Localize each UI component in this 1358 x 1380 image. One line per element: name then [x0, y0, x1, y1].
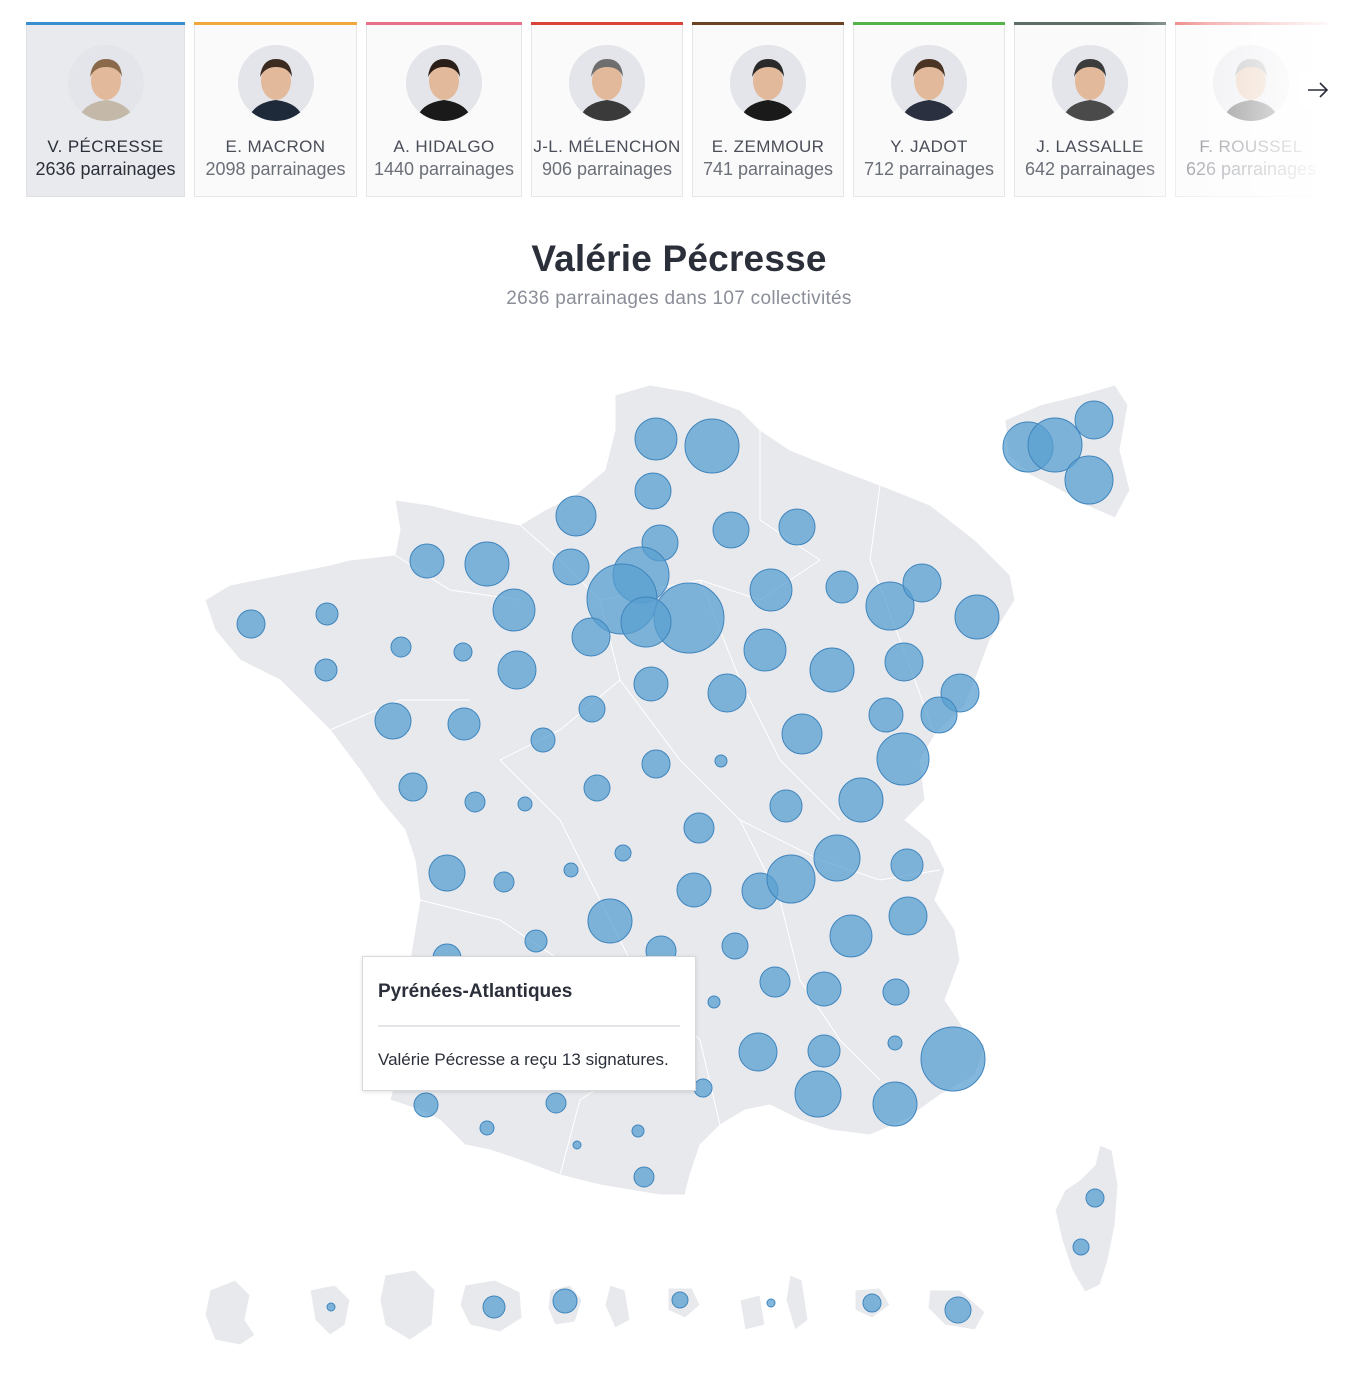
department-bubble[interactable] — [482, 1295, 506, 1319]
department-bubble[interactable] — [712, 511, 750, 549]
department-bubble[interactable] — [493, 871, 515, 893]
tooltip-divider — [378, 1025, 680, 1027]
department-bubble[interactable] — [578, 695, 606, 723]
department-bubble[interactable] — [633, 1166, 655, 1188]
department-bubble[interactable] — [920, 1026, 986, 1092]
department-bubble[interactable] — [634, 417, 678, 461]
department-bubble[interactable] — [683, 812, 715, 844]
department-bubble[interactable] — [671, 1291, 689, 1309]
department-bubble[interactable] — [552, 548, 590, 586]
department-bubble[interactable] — [872, 1081, 918, 1127]
department-bubble[interactable] — [641, 749, 671, 779]
department-bubble[interactable] — [563, 862, 579, 878]
department-bubble[interactable] — [887, 1035, 903, 1051]
department-bubble[interactable] — [920, 696, 958, 734]
department-bubble[interactable] — [676, 872, 712, 908]
corsica-shape — [1054, 1144, 1119, 1293]
department-bubble[interactable] — [721, 932, 749, 960]
department-bubble[interactable] — [684, 418, 740, 474]
department-bubble[interactable] — [1064, 455, 1114, 505]
department-bubble[interactable] — [409, 543, 445, 579]
department-bubble[interactable] — [769, 789, 803, 823]
department-bubble[interactable] — [545, 1092, 567, 1114]
department-bubble[interactable] — [806, 971, 842, 1007]
france-map — [204, 384, 1131, 1346]
department-bubble[interactable] — [890, 848, 924, 882]
department-bubble[interactable] — [398, 772, 428, 802]
department-bubble[interactable] — [738, 1032, 778, 1072]
department-bubble[interactable] — [868, 697, 904, 733]
department-bubble[interactable] — [1074, 400, 1114, 440]
department-bubble[interactable] — [884, 642, 924, 682]
department-bubble[interactable] — [464, 791, 486, 813]
department-bubble[interactable] — [530, 727, 556, 753]
department-bubble[interactable] — [876, 732, 930, 786]
wallis-shape — [739, 1294, 766, 1331]
department-bubble[interactable] — [374, 702, 412, 740]
department-bubble[interactable] — [492, 588, 536, 632]
map-tooltip: Pyrénées-Atlantiques Valérie Pécresse a … — [362, 956, 696, 1091]
department-bubble[interactable] — [413, 1092, 439, 1118]
department-bubble[interactable] — [749, 568, 793, 612]
spm-shape — [604, 1284, 631, 1329]
department-bubble[interactable] — [555, 495, 597, 537]
tooltip-text: Valérie Pécresse a reçu 13 signatures. — [378, 1050, 669, 1069]
guadeloupe-shape — [204, 1279, 256, 1346]
department-bubble[interactable] — [428, 854, 466, 892]
department-bubble[interactable] — [888, 896, 928, 936]
department-bubble[interactable] — [524, 929, 548, 953]
department-bubble[interactable] — [583, 774, 611, 802]
department-bubble[interactable] — [707, 673, 747, 713]
department-bubble[interactable] — [634, 472, 672, 510]
department-bubble[interactable] — [902, 563, 942, 603]
department-bubble[interactable] — [571, 617, 611, 657]
department-bubble[interactable] — [809, 647, 855, 693]
department-bubble[interactable] — [620, 596, 672, 648]
department-bubble[interactable] — [633, 666, 669, 702]
department-bubble[interactable] — [781, 713, 823, 755]
department-bubble[interactable] — [813, 834, 861, 882]
department-bubble[interactable] — [497, 650, 537, 690]
department-bubble[interactable] — [954, 594, 1000, 640]
department-bubble[interactable] — [707, 995, 721, 1009]
department-bubble[interactable] — [326, 1302, 336, 1312]
department-bubble[interactable] — [236, 609, 266, 639]
nouvelle-caledonie-shape — [785, 1274, 809, 1331]
department-bubble[interactable] — [552, 1288, 578, 1314]
department-bubble[interactable] — [631, 1124, 645, 1138]
department-bubble[interactable] — [314, 658, 338, 682]
department-bubble[interactable] — [714, 754, 728, 768]
tooltip-title: Pyrénées-Atlantiques — [378, 981, 573, 1002]
department-bubble[interactable] — [759, 966, 791, 998]
department-bubble[interactable] — [794, 1070, 842, 1118]
department-bubble[interactable] — [766, 854, 816, 904]
department-bubble[interactable] — [572, 1140, 582, 1150]
department-bubble[interactable] — [390, 636, 412, 658]
department-bubble[interactable] — [447, 707, 481, 741]
department-bubble[interactable] — [838, 777, 884, 823]
department-bubble[interactable] — [517, 796, 533, 812]
department-bubble[interactable] — [778, 508, 816, 546]
department-bubble[interactable] — [882, 978, 910, 1006]
department-bubble[interactable] — [315, 602, 339, 626]
department-bubble[interactable] — [743, 628, 787, 672]
department-bubble[interactable] — [614, 844, 632, 862]
department-bubble[interactable] — [944, 1296, 972, 1324]
department-bubble[interactable] — [862, 1293, 882, 1313]
department-bubble[interactable] — [1085, 1188, 1105, 1208]
department-bubble[interactable] — [807, 1034, 841, 1068]
department-bubble[interactable] — [766, 1298, 776, 1308]
department-bubble[interactable] — [453, 642, 473, 662]
department-bubble[interactable] — [464, 541, 510, 587]
department-bubble[interactable] — [829, 914, 873, 958]
department-bubble[interactable] — [587, 898, 633, 944]
department-bubble[interactable] — [479, 1120, 495, 1136]
department-bubble[interactable] — [1072, 1238, 1090, 1256]
department-bubble[interactable] — [825, 570, 859, 604]
department-bubble[interactable] — [693, 1078, 713, 1098]
guyane-shape — [379, 1269, 436, 1341]
